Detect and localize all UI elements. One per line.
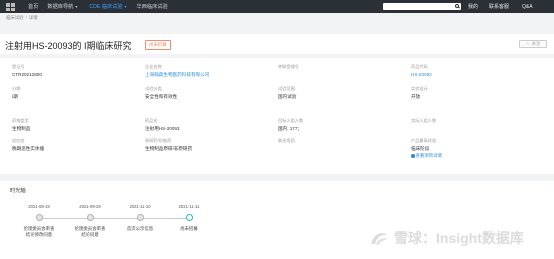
field-drug-name: 药品名 注射用HS-20093 xyxy=(145,118,179,132)
field-label: 药品名 xyxy=(145,118,158,123)
timeline-date: 2021-09-29 xyxy=(79,204,101,209)
nav-support[interactable]: 联系客服 xyxy=(489,3,509,10)
field-label: 试验分类 xyxy=(145,86,162,91)
timeline-node xyxy=(35,214,43,221)
field-trial-category: 试验分类 安全性和有效性 xyxy=(145,86,177,100)
field-trial-scope: 试验范围 国内试验 xyxy=(278,86,296,100)
field-value: 开放 xyxy=(411,93,421,99)
nav-huaxi-trials-label: 华西临床试验 xyxy=(136,4,168,10)
timeline-title: 时光轴 xyxy=(10,188,26,194)
search-box[interactable] xyxy=(383,3,461,10)
timeline-date: 2021-11-10 xyxy=(129,204,151,209)
field-label: 关联受理号 xyxy=(278,64,299,69)
field-registration-no: 登记号 CTR20212800 xyxy=(12,64,42,77)
company-link[interactable]: 上海翰森生物医药科技有限公司 xyxy=(145,72,209,78)
follow-button-label: 关注 xyxy=(531,41,541,46)
breadcrumb-separator: / xyxy=(25,15,27,20)
nav-cde-trials[interactable]: CDE 临床试验 ▾ xyxy=(89,3,126,10)
field-value: 生物制品 xyxy=(12,125,31,131)
field-cde-code: 药品代码 HS-20093 xyxy=(411,64,432,77)
timeline-event-label: 首次公示信息 xyxy=(126,226,154,231)
top-nav: 首页 数据库导航 ▾ CDE 临床试验 ▾ 华西临床试验 我的 联系客服 Q&A xyxy=(0,0,554,13)
status-badge: 尚未招募 xyxy=(145,40,171,50)
field-label: 登记号 xyxy=(12,64,25,69)
drug-code-link[interactable]: HS-20093 xyxy=(411,72,432,77)
nav-qa[interactable]: Q&A xyxy=(522,4,533,10)
timeline-event-label: 尚未招募 xyxy=(180,226,198,231)
field-value: 晚期恶性实体瘤 xyxy=(12,145,45,151)
nav-home-label: 首页 xyxy=(28,4,39,10)
trial-info-card: 登记号 CTR20212800 企业名称 上海翰森生物医药科技有限公司 关联受理… xyxy=(0,58,554,174)
title-card: 注射用HS-20093的 I期临床研究 尚未招募 ☆ 关注 xyxy=(0,34,554,54)
timeline-node xyxy=(86,214,94,221)
info-dot-icon xyxy=(411,154,415,158)
field-value: CTR20212800 xyxy=(12,71,42,77)
timeline-node xyxy=(136,214,144,221)
timeline-date: 2021-08-19 xyxy=(28,204,50,209)
field-value: 生物制品原研/非原研药 xyxy=(145,145,193,151)
field-value: 国内: 177； xyxy=(278,125,302,131)
field-highest-status: 产品最高状态 临床阶段 查看项目详情 xyxy=(411,138,442,159)
nav-database-label: 数据库导航 xyxy=(47,4,74,10)
nav-cde-trials-label: CDE 临床试验 xyxy=(89,4,123,10)
field-originator: 原研药/仿制药 生物制品原研/非原研药 xyxy=(145,138,192,152)
nav-home[interactable]: 首页 xyxy=(28,3,38,10)
field-combination: 联合用药 xyxy=(278,138,295,144)
snowball-logo-icon xyxy=(371,233,388,245)
field-target-enrollment: 目标入组人数 国内: 177； xyxy=(278,118,303,132)
field-label: 实际入组人数 xyxy=(411,118,437,123)
field-label: 联合用药 xyxy=(278,138,295,143)
timeline-date: 2021-11-11 xyxy=(178,204,200,209)
field-label: 企业名称 xyxy=(145,64,162,69)
field-value: 安全性和有效性 xyxy=(145,93,178,99)
timeline-event-label: 伦理委员会审查 结论同意 xyxy=(74,226,106,237)
nav-mine[interactable]: 我的 xyxy=(468,3,478,10)
nav-right-support: 联系客服 xyxy=(489,0,509,13)
timeline-node-current xyxy=(185,214,193,221)
field-value: I期 xyxy=(12,93,18,99)
page-title: 注射用HS-20093的 I期临床研究 xyxy=(5,41,132,51)
chevron-down-icon: ▾ xyxy=(75,4,78,9)
search-input[interactable] xyxy=(383,3,451,10)
field-drug-type: 药物类型 生物制品 xyxy=(12,118,30,132)
chevron-down-icon: ▾ xyxy=(124,4,127,9)
field-acceptance-no: 关联受理号 xyxy=(278,64,299,70)
field-indication: 适应症 晚期恶性实体瘤 xyxy=(12,138,44,152)
app-logo-icon[interactable] xyxy=(6,2,17,11)
nav-right-qa: Q&A xyxy=(522,0,533,13)
field-value: 临床阶段 xyxy=(411,145,430,151)
field-value: 注射用HS-20093 xyxy=(145,125,180,131)
search-icon[interactable] xyxy=(455,4,459,8)
nav-huaxi-trials[interactable]: 华西临床试验 xyxy=(137,3,168,10)
field-company: 企业名称 上海翰森生物医药科技有限公司 xyxy=(145,64,209,78)
field-label: 产品最高状态 xyxy=(411,138,437,143)
star-icon: ☆ xyxy=(525,41,530,46)
timeline-line xyxy=(41,218,186,219)
watermark-text: 雪球：Insight数据库 xyxy=(394,230,524,246)
view-report-label: 查看项目详情 xyxy=(415,153,442,158)
field-design: 实验设计 开放 xyxy=(411,86,428,100)
field-label: 试验范围 xyxy=(278,86,295,91)
follow-button[interactable]: ☆ 关注 xyxy=(519,40,547,48)
field-phase: 分期 I期 xyxy=(12,86,20,100)
timeline-event-label: 伦理委员会审查 结论修改同意 xyxy=(23,226,55,237)
field-actual-enrollment: 实际入组人数 xyxy=(411,118,436,124)
field-label: 分期 xyxy=(12,86,21,91)
field-value: 国内试验 xyxy=(278,93,297,99)
breadcrumb: 临床试验 / 详情 xyxy=(6,15,38,21)
field-label: 适应症 xyxy=(12,138,25,143)
field-label: 原研药/仿制药 xyxy=(145,138,172,143)
field-label: 药品代码 xyxy=(411,64,428,69)
nav-right: 我的 xyxy=(468,0,478,13)
watermark: 雪球：Insight数据库 xyxy=(368,228,524,248)
nav-database[interactable]: 数据库导航 ▾ xyxy=(47,3,77,10)
breadcrumb-detail: 详情 xyxy=(28,15,38,20)
breadcrumb-trials[interactable]: 临床试验 xyxy=(6,15,24,21)
field-label: 药物类型 xyxy=(12,118,29,123)
field-label: 实验设计 xyxy=(411,86,428,91)
view-report-link[interactable]: 查看项目详情 xyxy=(411,153,442,159)
field-label: 目标入组人数 xyxy=(278,118,304,123)
